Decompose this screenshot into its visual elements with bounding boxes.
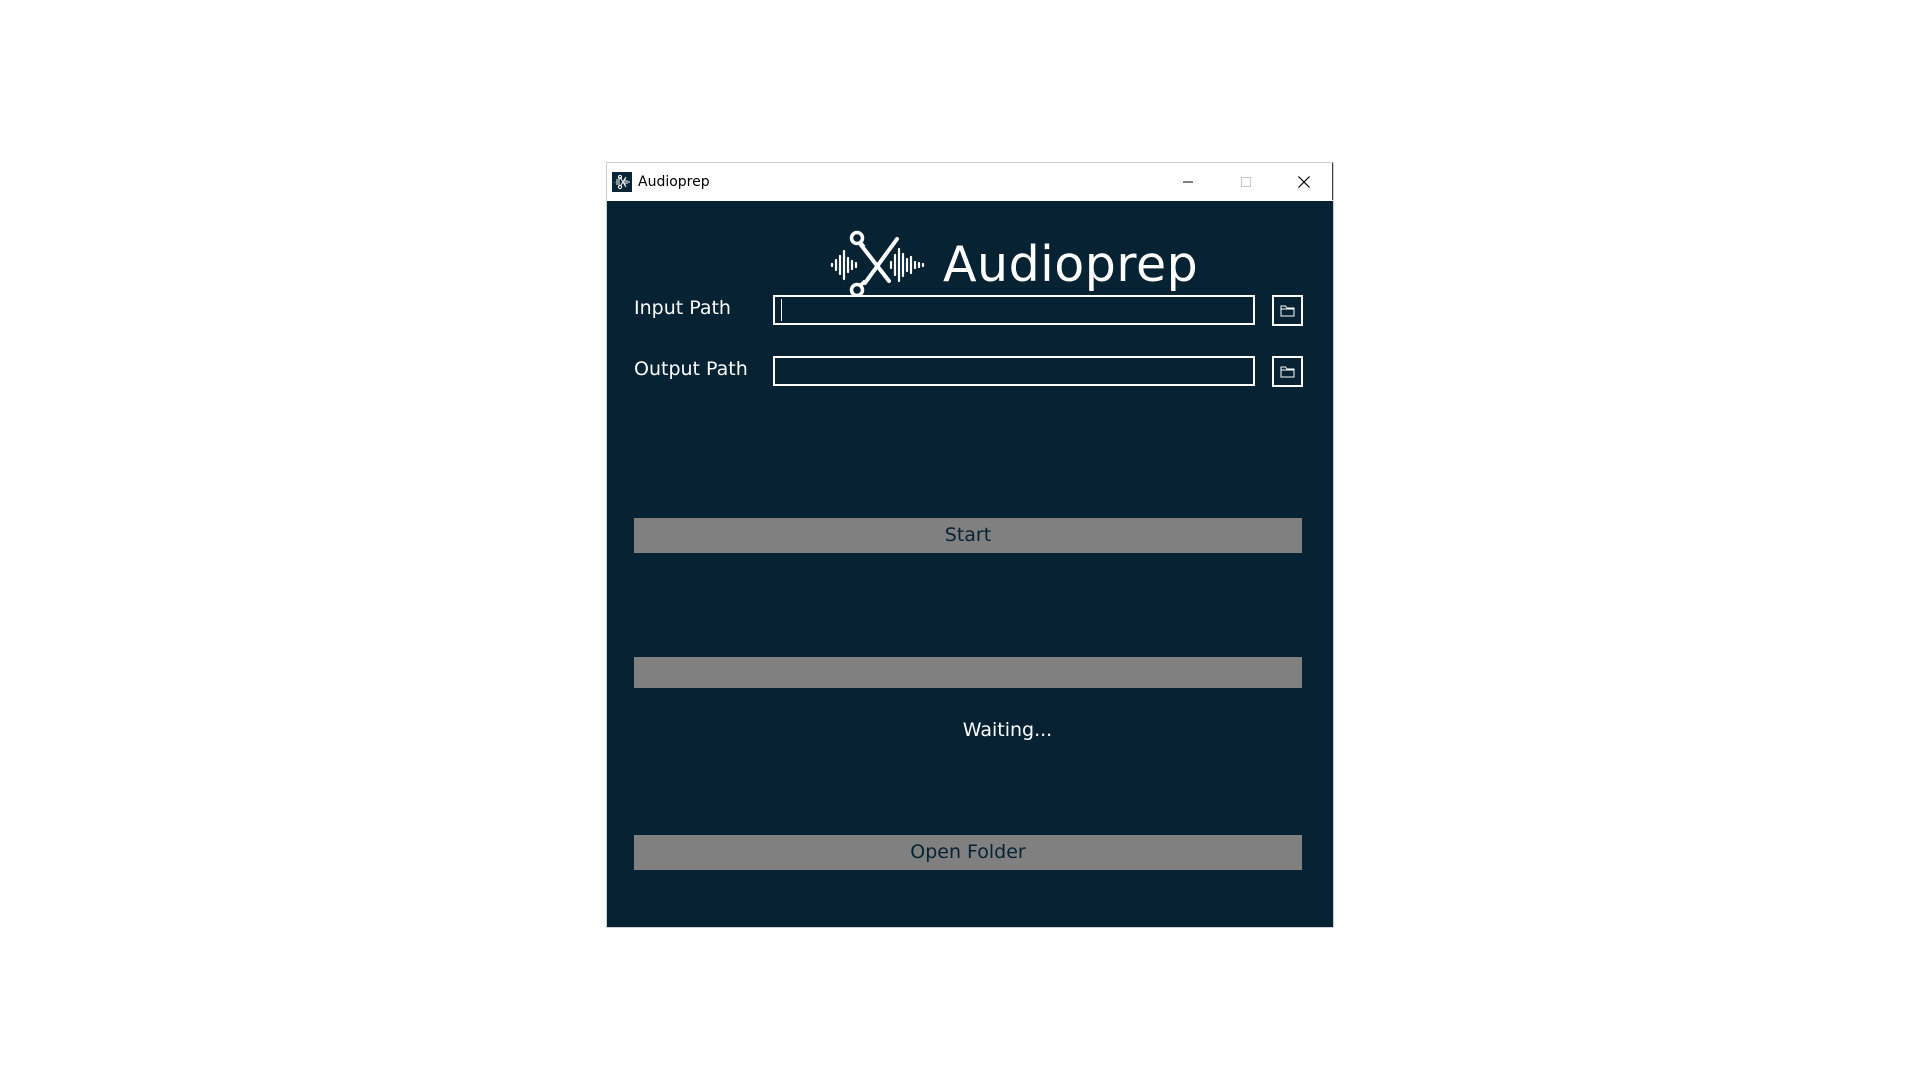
output-browse-button[interactable] (1272, 356, 1303, 387)
open-folder-button[interactable]: Open Folder (634, 835, 1302, 870)
folder-icon (1280, 366, 1295, 377)
folder-icon (1280, 305, 1295, 316)
app-window: Audioprep Audioprep Input Path Output Pa… (607, 163, 1333, 927)
window-title: Audioprep (638, 174, 710, 190)
close-button[interactable] (1275, 163, 1333, 200)
status-text: Waiting... (962, 719, 1053, 741)
input-browse-button[interactable] (1272, 295, 1303, 326)
app-header: Audioprep (829, 229, 1198, 301)
window-edge (1332, 163, 1333, 200)
text-caret (781, 299, 782, 321)
input-path-label: Input Path (634, 297, 731, 319)
output-path-field[interactable] (773, 356, 1255, 386)
minimize-icon (1183, 181, 1193, 182)
close-icon (1298, 175, 1310, 188)
start-button[interactable]: Start (634, 518, 1302, 553)
maximize-button[interactable] (1217, 163, 1275, 200)
minimize-button[interactable] (1159, 163, 1217, 200)
title-bar[interactable]: Audioprep (607, 163, 1333, 200)
input-path-field[interactable] (773, 295, 1255, 325)
app-body: Audioprep Input Path Output Path Start W… (607, 201, 1333, 927)
progress-bar (634, 657, 1302, 688)
maximize-icon (1241, 176, 1251, 187)
output-path-label: Output Path (634, 358, 748, 380)
app-name-heading: Audioprep (943, 236, 1199, 293)
scissors-waveform-logo (830, 230, 925, 298)
app-icon (612, 172, 632, 192)
